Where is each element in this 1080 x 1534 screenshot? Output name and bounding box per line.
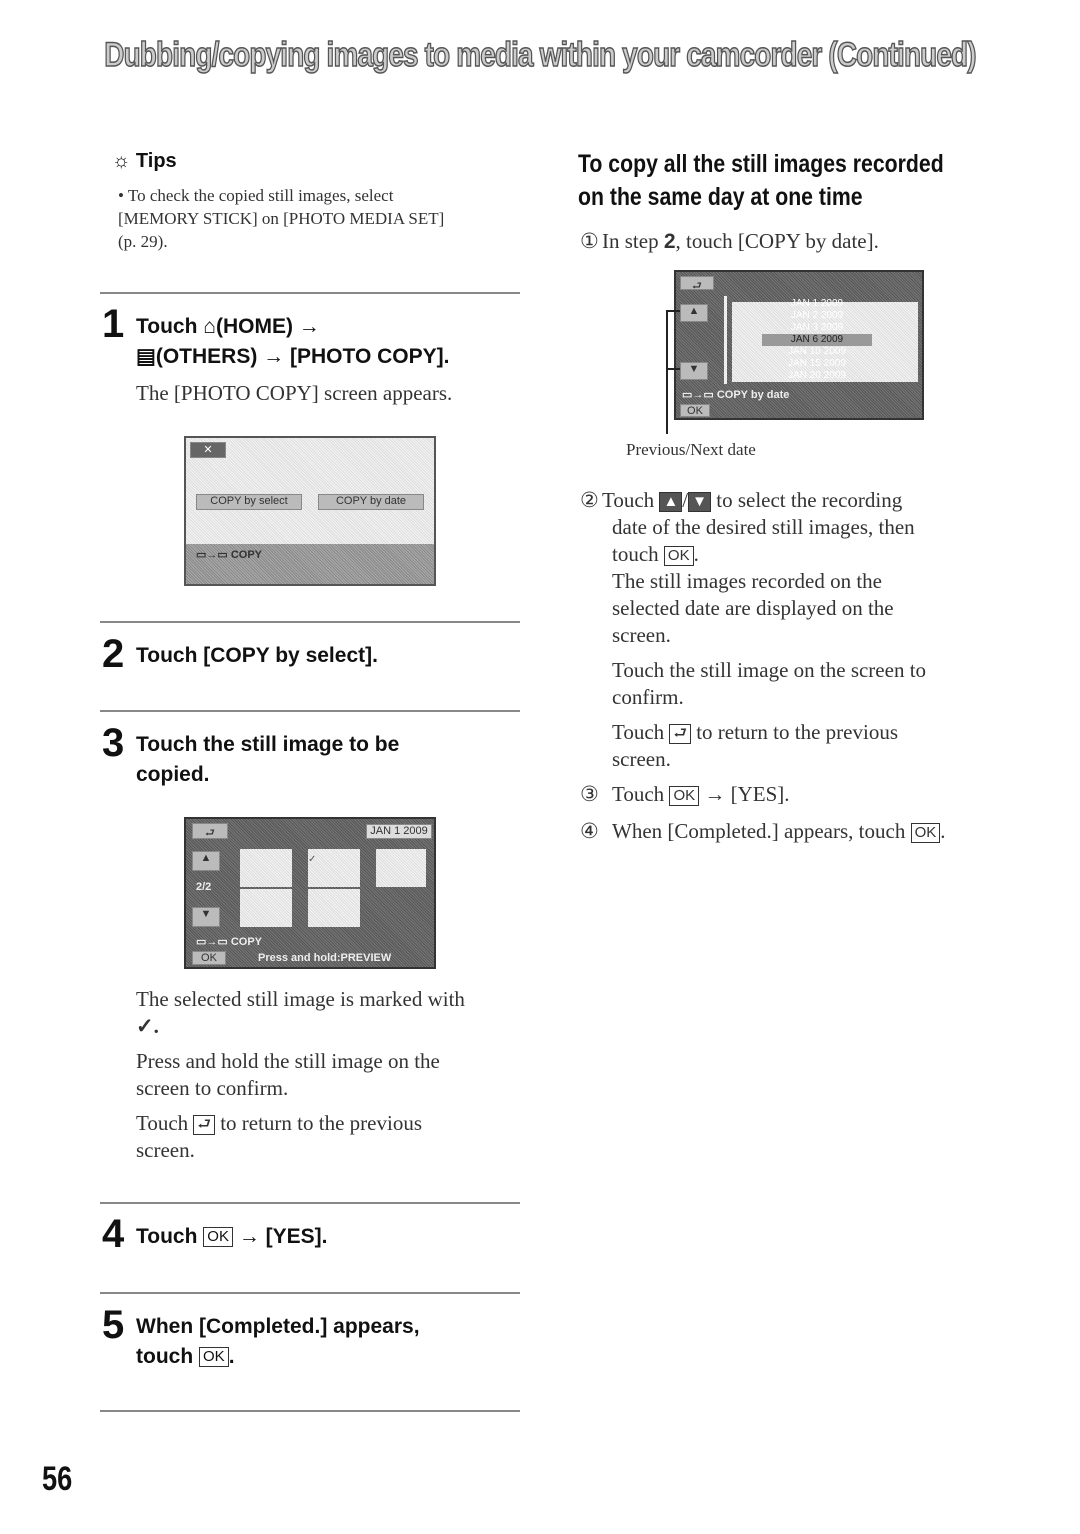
divider	[100, 621, 520, 623]
next-date-button[interactable]: ▼	[680, 362, 708, 380]
return-button[interactable]: ⮐	[680, 276, 714, 292]
copy-by-date-button[interactable]: COPY by date	[318, 494, 424, 510]
ok-icon: OK	[663, 546, 694, 567]
close-button[interactable]: ✕	[190, 442, 226, 458]
figure-caption: Previous/Next date	[626, 440, 756, 459]
previous-date-button[interactable]: ▲	[680, 304, 708, 322]
divider	[100, 292, 520, 294]
divider	[100, 1202, 520, 1204]
divider	[100, 1410, 520, 1412]
step-1-text: Touch ⌂(HOME) → ▤(OTHERS) → [PHOTO COPY].	[136, 315, 450, 368]
page-indicator: 2/2	[196, 881, 212, 893]
up-icon: ▲	[659, 492, 683, 513]
ok-button[interactable]: OK	[680, 404, 710, 417]
copy-by-date-screen: ⮐ ▲ ▼ JAN 1 2009 JAN 2 2009 JAN 3 2009 JAN …	[674, 270, 924, 420]
lightbulb-icon: ☼	[112, 150, 131, 172]
step-3-text: Touch the still image to be copied.	[136, 733, 400, 786]
right-step-2: ② Touch ▲ / ▼ to select the recording date …	[580, 488, 946, 844]
date-list: JAN 1 2009 JAN 2 2009 JAN 3 2009 JAN 6 2009…	[762, 298, 872, 382]
thumbnail[interactable]	[240, 889, 292, 927]
copy-by-select-button[interactable]: COPY by select	[196, 494, 302, 510]
ok-icon: OK	[199, 1347, 229, 1368]
down-button[interactable]: ▼	[192, 907, 220, 927]
date-label: JAN 1 2009	[366, 824, 432, 839]
step-5-text: When [Completed.] appears, touch OK.	[136, 1315, 420, 1368]
section-heading: To copy all the still images recorded on …	[578, 150, 944, 211]
page-number: 56	[42, 1460, 73, 1498]
ok-button[interactable]: OK	[192, 951, 226, 965]
step-4-text: Touch OK → [YES].	[136, 1225, 328, 1248]
image-select-screen: ⮐ JAN 1 2009 ▲ 2/2 ▼ ✓ ▭→▭ COPY OK Press…	[184, 817, 436, 969]
divider	[100, 710, 520, 712]
tips-text: • To check the copied still images, sele…	[118, 186, 445, 251]
step-3-body: The selected still image is marked with ✓…	[136, 987, 465, 1162]
divider	[100, 1292, 520, 1294]
thumbnail-checked[interactable]: ✓	[308, 849, 360, 887]
thumbnail[interactable]	[376, 849, 426, 887]
page-title: Dubbing/copying images to media within y…	[104, 35, 978, 75]
ok-icon: OK	[669, 786, 700, 807]
selected-date[interactable]: JAN 6 2009	[762, 334, 872, 346]
copy-label: ▭→▭ COPY	[196, 549, 263, 561]
ok-icon: OK	[910, 823, 941, 844]
home-icon: ⌂	[203, 315, 216, 338]
down-icon: ▼	[688, 492, 711, 513]
return-icon: ⮐	[193, 1115, 215, 1136]
thumbnail[interactable]	[308, 889, 360, 927]
others-icon: ▤	[136, 345, 156, 368]
return-button[interactable]: ⮐	[192, 823, 228, 839]
copy-label: ▭→▭ COPY	[196, 936, 263, 948]
ok-icon: OK	[203, 1227, 233, 1248]
photo-copy-screen: ✕ COPY by select COPY by date ▭→▭ COPY	[184, 436, 436, 586]
right-step-1: ① In step 2, touch [COPY by date].	[580, 229, 879, 253]
return-icon: ⮐	[669, 724, 691, 745]
copy-label: ▭→▭ COPY by date	[682, 389, 790, 401]
thumbnail[interactable]	[240, 849, 292, 887]
step-number: 1	[102, 302, 125, 346]
up-button[interactable]: ▲	[192, 851, 220, 871]
tips-heading: ☼ Tips	[112, 150, 177, 172]
step-2-text: Touch [COPY by select].	[136, 644, 378, 667]
